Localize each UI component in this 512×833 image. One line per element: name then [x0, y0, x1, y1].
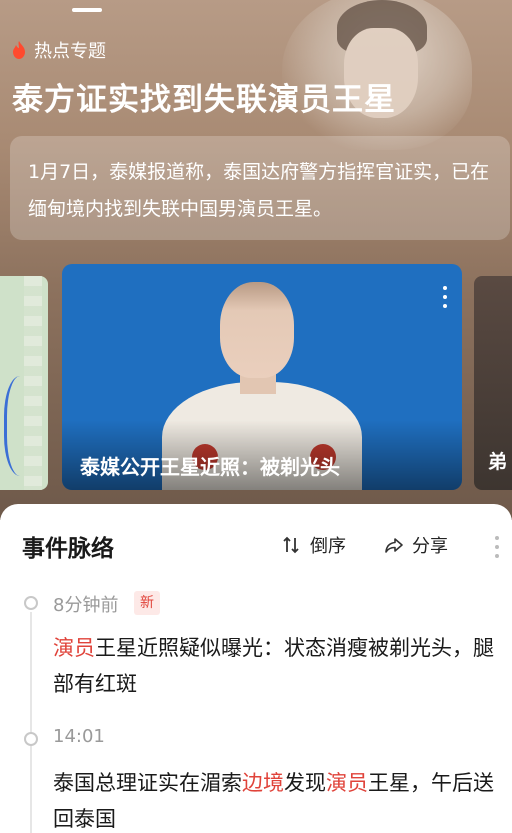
sort-order-label: 倒序	[310, 536, 346, 557]
timeline-item-text-part: 发现	[284, 771, 326, 795]
sort-icon	[283, 536, 299, 554]
media-card-map[interactable]	[0, 276, 48, 490]
timeline-item-text[interactable]: 泰国总理证实在湄索边境发现演员王星，午后送回泰国	[53, 765, 503, 833]
keyword-highlight: 演员	[53, 636, 95, 660]
media-card-next-caption: 弟	[488, 451, 508, 473]
new-badge: 新	[134, 591, 160, 615]
photo-person-head	[220, 282, 294, 378]
timeline-time: 8分钟前	[53, 595, 119, 616]
topic-label: 热点专题	[10, 37, 106, 63]
timeline-title: 事件脉络	[22, 536, 114, 562]
topic-headline: 泰方证实找到失联演员王星	[12, 82, 396, 118]
flame-icon	[13, 41, 25, 59]
timeline-item-text-part: 泰国总理证实在湄索	[53, 771, 242, 795]
more-icon[interactable]	[442, 286, 448, 308]
media-card-photo[interactable]: 泰媒公开王星近照：被剃光头	[62, 264, 462, 490]
media-card-next[interactable]: 弟	[474, 276, 512, 490]
share-label: 分享	[412, 536, 448, 557]
timeline-rail	[30, 612, 32, 833]
topic-label-text: 热点专题	[34, 41, 106, 62]
more-options-icon[interactable]	[494, 536, 500, 558]
timeline-time: 14:01	[53, 726, 105, 747]
keyword-highlight: 边境	[242, 771, 284, 795]
keyword-highlight: 演员	[326, 771, 368, 795]
topic-hero: 热点专题 泰方证实找到失联演员王星 1月7日，泰媒报道称，泰国达府警方指挥官证实…	[0, 0, 512, 520]
topic-summary: 1月7日，泰媒报道称，泰国达府警方指挥官证实，已在缅甸境内找到失联中国男演员王星…	[10, 136, 510, 240]
timeline-item-text-body: 王星近照疑似曝光：状态消瘦被剃光头，腿部有红斑	[53, 636, 494, 696]
timeline-item-text[interactable]: 演员王星近照疑似曝光：状态消瘦被剃光头，腿部有红斑	[53, 630, 503, 702]
page-indicator	[72, 8, 102, 12]
share-icon	[385, 538, 403, 553]
map-route-line	[4, 376, 44, 476]
media-card-caption: 泰媒公开王星近照：被剃光头	[80, 455, 340, 479]
sort-order-button[interactable]: 倒序	[282, 532, 346, 558]
timeline-dot	[24, 732, 38, 746]
share-button[interactable]: 分享	[384, 532, 448, 558]
timeline-dot	[24, 596, 38, 610]
event-timeline-panel: 事件脉络 倒序 分享 8分钟前 新 演员王星近照疑似曝光：状态消瘦被剃光头，腿部…	[0, 504, 512, 833]
